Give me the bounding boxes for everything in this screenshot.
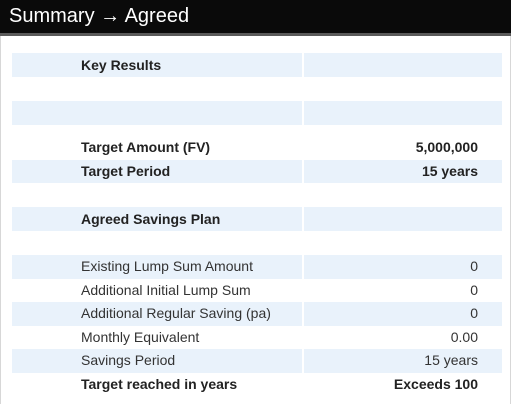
- spacer-row: [12, 183, 502, 207]
- row-value: 0.00: [450, 328, 478, 345]
- table-row: Target Period 15 years: [12, 159, 502, 183]
- row-label: Target Period: [12, 159, 302, 183]
- row-value: 15 years: [304, 349, 502, 373]
- spacer-gap: [12, 125, 502, 136]
- summary-panel: Key Results Target Amount (FV) 5,000,000…: [0, 36, 511, 404]
- table-row: Savings Period 15 years: [12, 349, 502, 373]
- row-label: Savings Period: [12, 349, 302, 373]
- summary-table: Key Results Target Amount (FV) 5,000,000…: [12, 53, 502, 396]
- table-row: Target reached in years Exceeds 100: [12, 373, 502, 397]
- row-value: 15 years: [304, 159, 502, 183]
- row-label: Target Amount (FV): [81, 139, 211, 155]
- table-row: Existing Lump Sum Amount 0: [12, 255, 502, 279]
- table-row: Monthly Equivalent 0.00: [12, 326, 502, 350]
- key-results-header-row: Key Results: [12, 53, 502, 77]
- spacer-row: [12, 101, 502, 125]
- table-row: Additional Initial Lump Sum 0: [12, 279, 502, 303]
- spacer-row: [12, 231, 502, 255]
- row-value: 0: [304, 302, 502, 326]
- row-label: Target reached in years: [81, 375, 238, 392]
- row-value: 0: [470, 281, 478, 298]
- spacer-row: [12, 77, 502, 101]
- row-label: Existing Lump Sum Amount: [12, 255, 302, 279]
- table-row: Target Amount (FV) 5,000,000: [12, 136, 502, 160]
- table-row: Additional Regular Saving (pa) 0: [12, 302, 502, 326]
- row-label: Monthly Equivalent: [81, 328, 200, 345]
- key-results-heading: Key Results: [12, 53, 302, 77]
- savings-plan-header-blank: [304, 207, 502, 231]
- row-label: Additional Initial Lump Sum: [81, 281, 251, 298]
- row-value: Exceeds 100: [393, 375, 478, 392]
- row-label: Additional Regular Saving (pa): [12, 302, 302, 326]
- row-value: 0: [304, 255, 502, 279]
- savings-plan-heading: Agreed Savings Plan: [12, 207, 302, 231]
- key-results-header-blank: [304, 53, 502, 77]
- window-title: Summary → Agreed: [0, 0, 511, 33]
- row-value: 5,000,000: [415, 139, 478, 155]
- savings-plan-header-row: Agreed Savings Plan: [12, 207, 502, 231]
